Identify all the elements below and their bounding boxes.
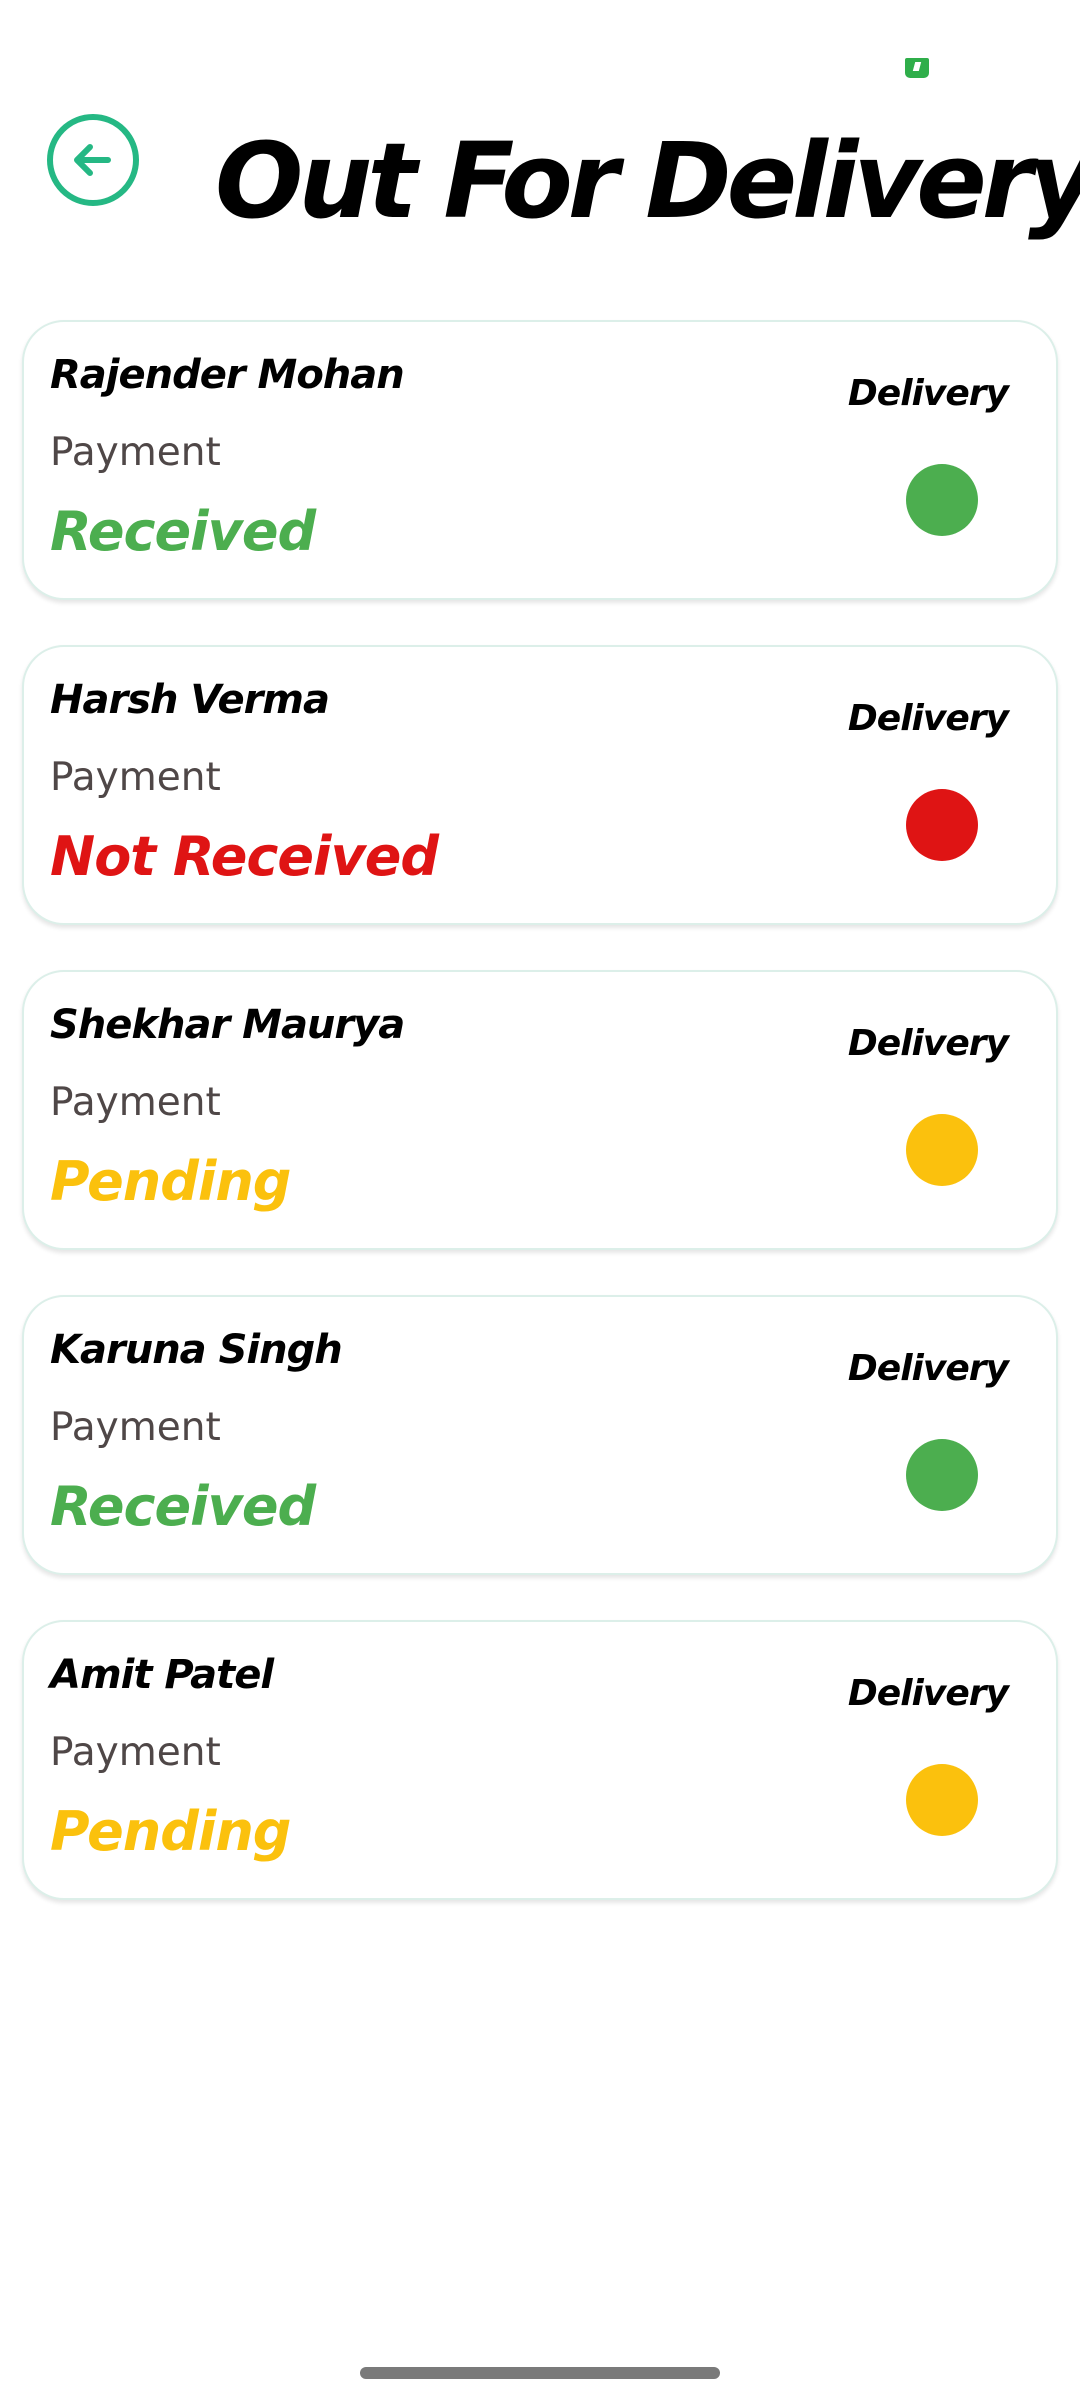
customer-name: Amit Patel [50, 1652, 274, 1698]
page-title: Out For Delivery [215, 120, 1080, 242]
delivery-status-dot-red [906, 789, 978, 861]
delivery-status-dot-yellow [906, 1764, 978, 1836]
payment-status: Pending [50, 1150, 291, 1213]
delivery-card-harsh-verma[interactable]: Harsh Verma Payment Not Received Deliver… [22, 645, 1058, 925]
payment-label: Payment [50, 1405, 221, 1450]
payment-status: Received [50, 1475, 316, 1538]
delivery-label: Delivery [847, 1348, 1009, 1389]
customer-name: Rajender Mohan [50, 352, 405, 398]
delivery-status-dot-green [906, 464, 978, 536]
customer-name: Karuna Singh [50, 1327, 343, 1373]
delivery-card-amit-patel[interactable]: Amit Patel Payment Pending Delivery [22, 1620, 1058, 1900]
delivery-card-karuna-singh[interactable]: Karuna Singh Payment Received Delivery [22, 1295, 1058, 1575]
delivery-label: Delivery [847, 373, 1009, 414]
delivery-status-dot-green [906, 1439, 978, 1511]
payment-label: Payment [50, 1080, 221, 1125]
arrow-left-icon [74, 144, 111, 176]
back-button[interactable] [47, 114, 139, 206]
payment-status: Not Received [50, 825, 439, 888]
delivery-label: Delivery [847, 1673, 1009, 1714]
customer-name: Shekhar Maurya [50, 1002, 405, 1048]
payment-status: Received [50, 500, 316, 563]
delivery-card-shekhar-maurya[interactable]: Shekhar Maurya Payment Pending Delivery [22, 970, 1058, 1250]
home-indicator[interactable] [360, 2367, 720, 2379]
customer-name: Harsh Verma [50, 677, 330, 723]
delivery-status-dot-yellow [906, 1114, 978, 1186]
status-bar-signal-icon [905, 58, 929, 78]
payment-label: Payment [50, 1730, 221, 1775]
payment-label: Payment [50, 755, 221, 800]
delivery-label: Delivery [847, 698, 1009, 739]
delivery-label: Delivery [847, 1023, 1009, 1064]
payment-status: Pending [50, 1800, 291, 1863]
payment-label: Payment [50, 430, 221, 475]
delivery-card-rajender-mohan[interactable]: Rajender Mohan Payment Received Delivery [22, 320, 1058, 600]
